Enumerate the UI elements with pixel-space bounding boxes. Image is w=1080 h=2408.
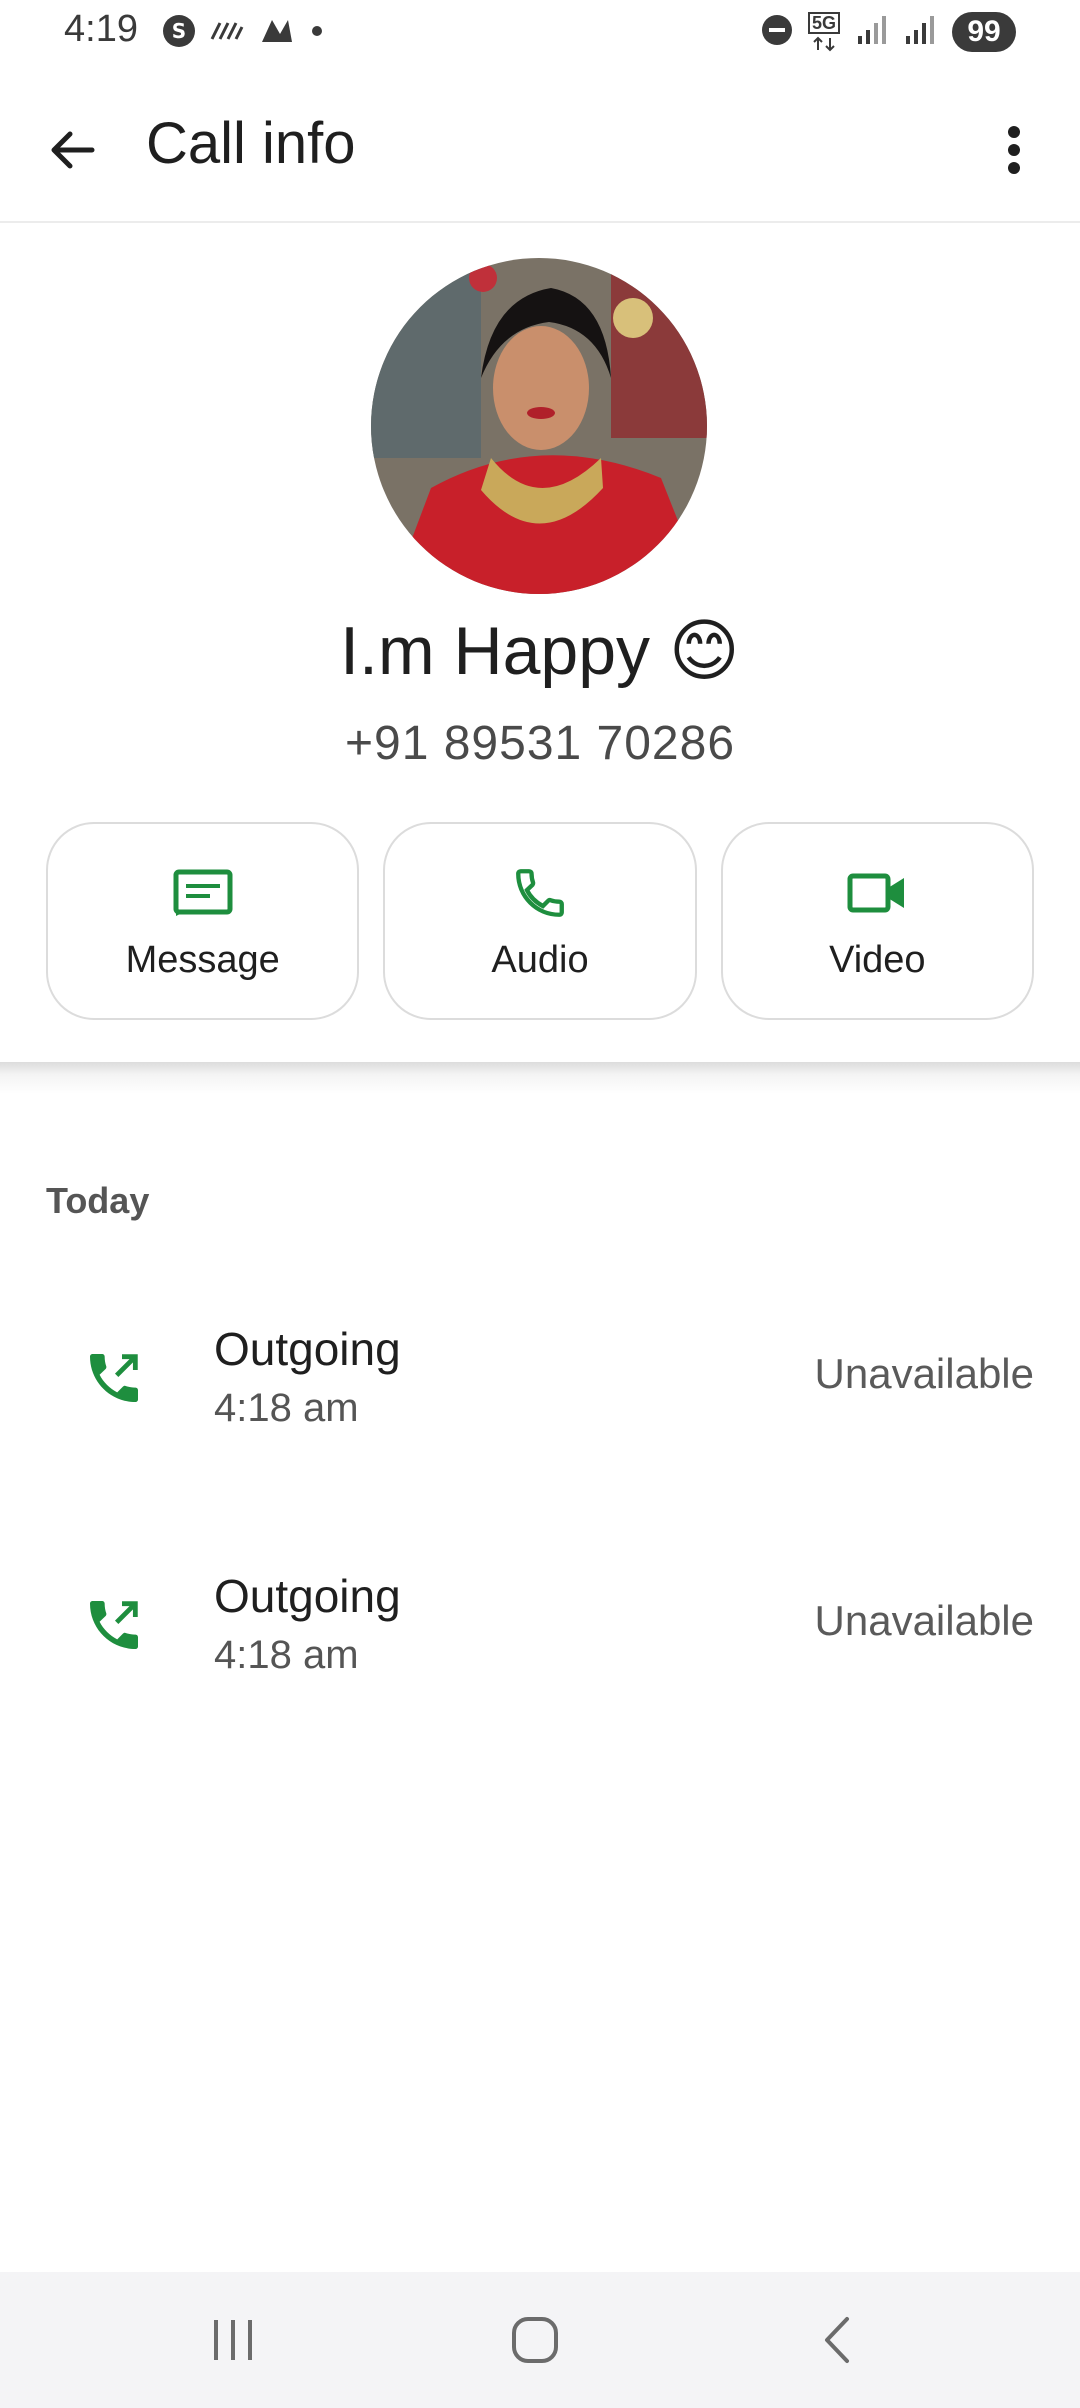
- call-info-screen: 4:19 S 5G 99 Call info I.m Happy 😊 +91 8…: [0, 0, 1080, 2408]
- message-button[interactable]: Message: [46, 822, 360, 1020]
- system-nav-bar: [0, 2272, 1080, 2408]
- phone-icon: [511, 861, 569, 925]
- notification-icons: S: [162, 14, 324, 53]
- s-app-icon: S: [162, 14, 196, 53]
- status-bar: 4:19 S 5G 99: [0, 0, 1080, 64]
- status-time: 4:19: [64, 8, 138, 50]
- call-type: Outgoing: [214, 1570, 401, 1622]
- call-status: Unavailable: [814, 1597, 1034, 1644]
- stripes-icon: [210, 19, 244, 48]
- call-type: Outgoing: [214, 1323, 401, 1375]
- signal-icon-2: [904, 14, 938, 51]
- home-icon: [512, 2317, 558, 2363]
- message-icon: [172, 861, 234, 925]
- page-title: Call info: [146, 111, 356, 176]
- do-not-disturb-icon: [760, 13, 794, 52]
- audio-call-button[interactable]: Audio: [383, 822, 697, 1020]
- back-button[interactable]: [36, 114, 108, 186]
- dot-icon: [310, 24, 324, 43]
- arrow-left-icon: [51, 131, 95, 169]
- call-time: 4:18 am: [214, 1633, 359, 1677]
- recents-icon: [214, 2320, 252, 2360]
- more-options-button[interactable]: [978, 114, 1050, 186]
- chevron-left-icon: [825, 2317, 849, 2363]
- call-status: Unavailable: [814, 1350, 1034, 1397]
- home-button[interactable]: [490, 2300, 580, 2380]
- outgoing-call-icon: [82, 1593, 146, 1657]
- video-icon: [846, 861, 908, 925]
- outgoing-call-icon: [82, 1346, 146, 1410]
- video-label: Video: [829, 938, 926, 981]
- recents-button[interactable]: [188, 2300, 278, 2380]
- call-time: 4:18 am: [214, 1386, 359, 1430]
- call-history-row[interactable]: Outgoing 4:18 am Unavailable: [0, 1304, 1080, 1464]
- app-logo-icon: [258, 16, 296, 51]
- call-history-row[interactable]: Outgoing 4:18 am Unavailable: [0, 1551, 1080, 1711]
- svg-text:S: S: [172, 19, 186, 43]
- network-5g-icon: 5G: [808, 12, 842, 52]
- back-nav-button[interactable]: [792, 2300, 882, 2380]
- video-call-button[interactable]: Video: [720, 822, 1034, 1020]
- app-bar: Call info: [0, 80, 1080, 220]
- section-divider: [0, 1062, 1080, 1094]
- contact-name: I.m Happy 😊: [340, 613, 740, 689]
- signal-icon: [856, 14, 890, 51]
- system-icons: 5G 99: [760, 12, 1016, 52]
- battery-indicator: 99: [952, 12, 1016, 52]
- app-bar-divider: [0, 221, 1080, 223]
- contact-number: +91 89531 70286: [344, 717, 736, 770]
- more-vert-icon: [1008, 126, 1020, 174]
- audio-label: Audio: [491, 938, 589, 981]
- network-label: 5G: [808, 12, 841, 34]
- contact-actions: Message Audio Video: [46, 822, 1034, 1020]
- message-label: Message: [125, 938, 280, 981]
- contact-avatar[interactable]: [371, 258, 707, 594]
- history-section-label: Today: [46, 1180, 150, 1221]
